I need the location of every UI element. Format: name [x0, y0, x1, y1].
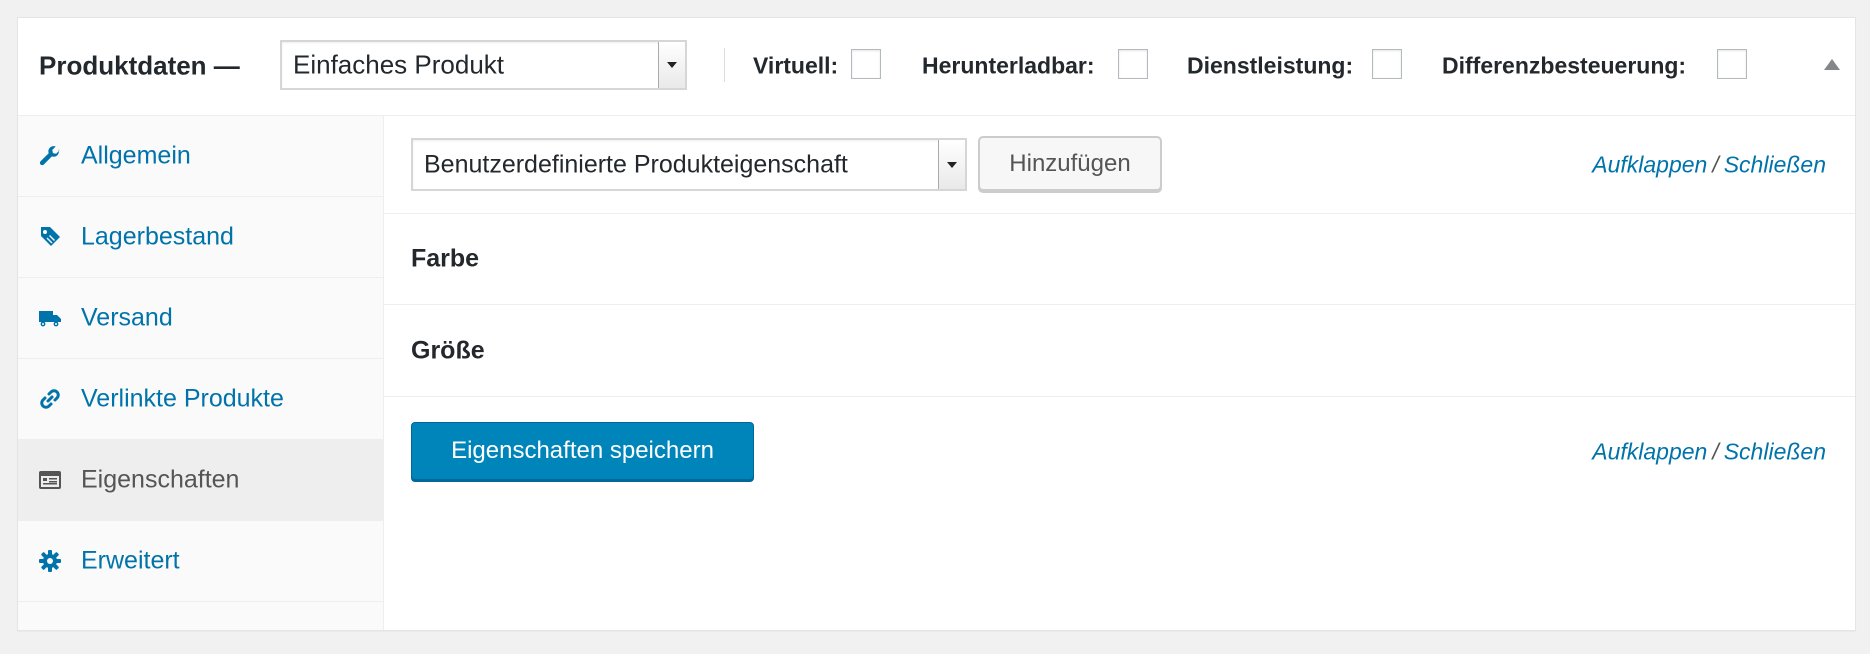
expand-all-link[interactable]: Aufklappen — [1592, 439, 1707, 465]
tab-verlinkte-produkte[interactable]: Verlinkte Produkte — [18, 359, 383, 440]
product-type-value: Einfaches Produkt — [293, 49, 505, 80]
panel-header: Produktdaten — Einfaches Produkt Virtuel… — [18, 18, 1855, 116]
virtual-checkbox[interactable] — [851, 49, 881, 79]
chevron-down-icon — [938, 140, 965, 189]
close-all-link[interactable]: Schließen — [1724, 439, 1826, 465]
attribute-name: Farbe — [411, 244, 480, 272]
add-attribute-button[interactable]: Hinzufügen — [978, 136, 1162, 191]
tab-label: Verlinkte Produkte — [81, 384, 284, 413]
attribute-row-groesse[interactable]: Größe — [384, 305, 1855, 397]
chevron-down-icon — [658, 42, 685, 88]
tab-label: Erweitert — [81, 546, 180, 575]
tab-label: Versand — [81, 303, 173, 332]
tab-label: Eigenschaften — [81, 465, 240, 494]
link-icon — [38, 387, 62, 411]
header-divider — [724, 48, 725, 82]
attribute-type-select[interactable]: Benutzerdefinierte Produkteigenschaft — [411, 138, 967, 191]
expand-close-links: Aufklappen / Schließen — [1592, 439, 1826, 466]
product-data-tabs: Allgemein Lagerbestand Versand Verlinkte… — [18, 116, 384, 630]
tab-eigenschaften[interactable]: Eigenschaften — [18, 440, 383, 521]
attributes-toolbar: Benutzerdefinierte Produkteigenschaft Hi… — [384, 116, 1855, 214]
panel-title: Produktdaten — — [39, 50, 240, 81]
virtual-label: Virtuell: — [753, 52, 839, 79]
downloadable-checkbox[interactable] — [1118, 49, 1148, 79]
attributes-panel: Benutzerdefinierte Produkteigenschaft Hi… — [384, 116, 1855, 630]
truck-icon — [38, 306, 62, 330]
attribute-type-value: Benutzerdefinierte Produkteigenschaft — [424, 150, 848, 178]
product-type-select[interactable]: Einfaches Produkt — [280, 40, 687, 90]
save-attributes-button[interactable]: Eigenschaften speichern — [411, 422, 754, 480]
product-data-panel: Produktdaten — Einfaches Produkt Virtuel… — [17, 17, 1856, 631]
service-checkbox[interactable] — [1372, 49, 1402, 79]
tab-lagerbestand[interactable]: Lagerbestand — [18, 197, 383, 278]
expand-close-links: Aufklappen / Schließen — [1592, 151, 1826, 178]
downloadable-label: Herunterladbar: — [922, 52, 1095, 79]
margin-tax-checkbox[interactable] — [1717, 49, 1747, 79]
tab-allgemein[interactable]: Allgemein — [18, 116, 383, 197]
service-label: Dienstleistung: — [1187, 52, 1354, 79]
attribute-name: Größe — [411, 336, 485, 364]
gear-icon — [38, 549, 62, 573]
expand-all-link[interactable]: Aufklappen — [1592, 151, 1707, 177]
attributes-footer: Eigenschaften speichern Aufklappen / Schli… — [384, 402, 1855, 498]
link-separator: / — [1712, 438, 1719, 465]
triangle-up-icon[interactable] — [1824, 59, 1840, 70]
attributes-icon — [38, 468, 62, 492]
tag-icon — [38, 225, 62, 249]
wrench-icon — [38, 144, 62, 168]
tab-label: Lagerbestand — [81, 222, 234, 251]
tab-versand[interactable]: Versand — [18, 278, 383, 359]
link-separator: / — [1712, 151, 1719, 177]
attribute-row-farbe[interactable]: Farbe — [384, 213, 1855, 305]
margin-tax-label: Differenzbesteuerung: — [1442, 52, 1687, 79]
close-all-link[interactable]: Schließen — [1724, 151, 1826, 177]
tab-label: Allgemein — [81, 141, 191, 170]
tab-erweitert[interactable]: Erweitert — [18, 521, 383, 602]
